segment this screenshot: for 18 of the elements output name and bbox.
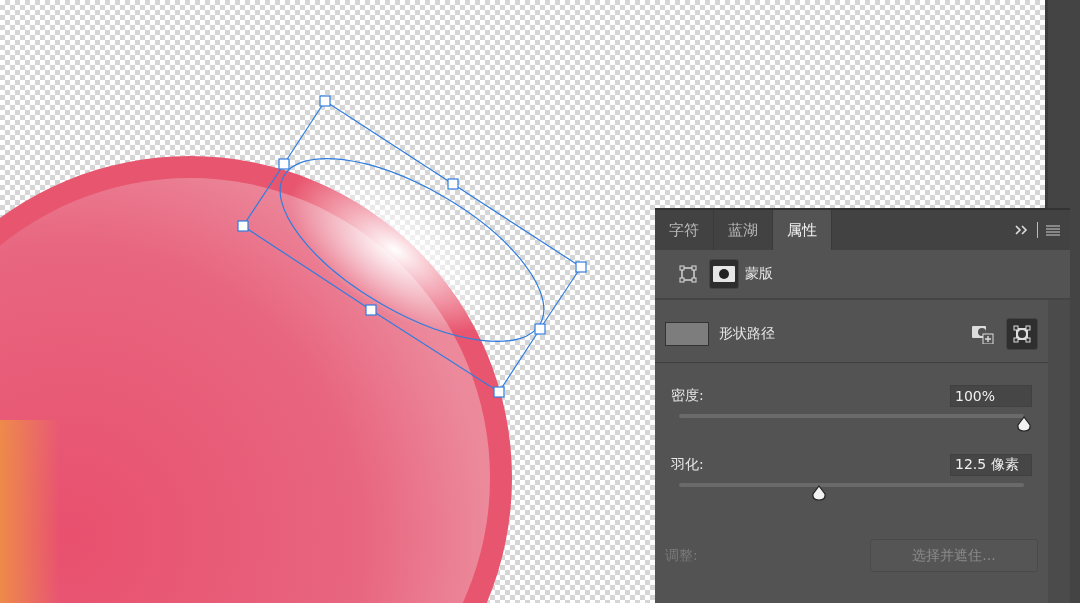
- expand-icon[interactable]: [1015, 224, 1029, 236]
- value-field[interactable]: 100%: [950, 385, 1032, 407]
- slider-thumb[interactable]: [810, 485, 827, 501]
- panel-tab[interactable]: 属性: [773, 210, 832, 250]
- panel-tab[interactable]: 字符: [655, 210, 714, 250]
- mask-label: 蒙版: [745, 265, 773, 283]
- vector-mask-icon[interactable]: [679, 265, 697, 283]
- slider-label: 密度:: [671, 387, 704, 405]
- value-field[interactable]: 12.5 像素: [950, 454, 1032, 476]
- pixel-mask-icon[interactable]: [713, 266, 735, 282]
- mask-mode-button[interactable]: [709, 259, 739, 289]
- menu-icon[interactable]: [1046, 224, 1060, 236]
- path-label: 形状路径: [719, 325, 775, 343]
- add-mask-icon[interactable]: [972, 324, 994, 344]
- vector-mask-icon[interactable]: [1006, 318, 1038, 350]
- slider-thumb[interactable]: [1016, 416, 1032, 432]
- path-thumbnail: [665, 322, 709, 346]
- slider-label: 羽化:: [671, 456, 704, 474]
